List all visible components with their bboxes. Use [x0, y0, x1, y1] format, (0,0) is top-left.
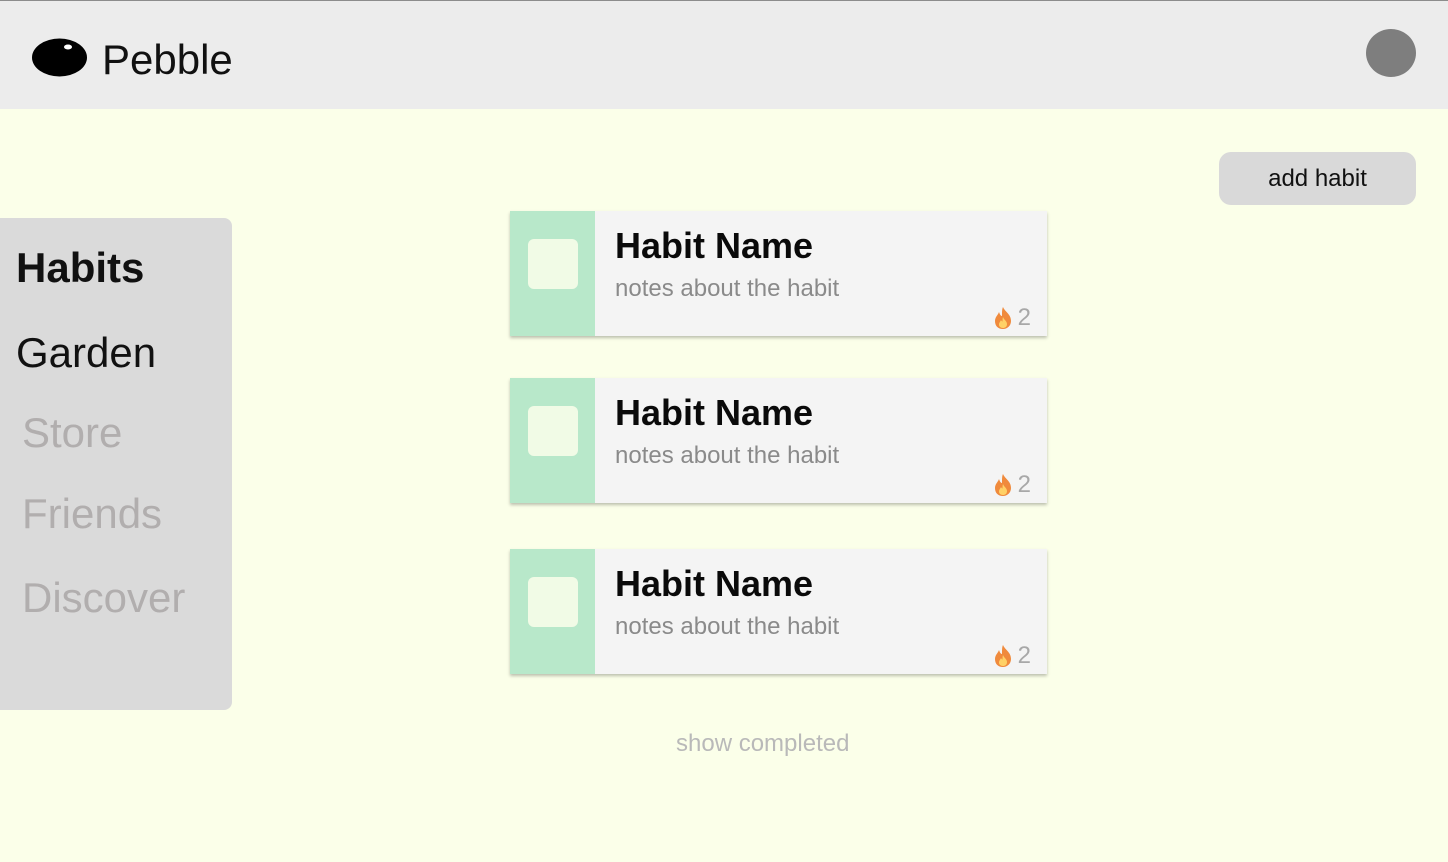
- habit-streak: 2: [992, 642, 1031, 670]
- habit-card-accent: [510, 211, 595, 336]
- habit-name: Habit Name: [615, 225, 814, 266]
- habit-notes: notes about the habit: [615, 613, 840, 640]
- app-name[interactable]: Pebble: [102, 37, 233, 83]
- streak-count: 2: [1017, 642, 1031, 669]
- pebble-logo-icon[interactable]: [32, 38, 87, 77]
- streak-count: 2: [1017, 471, 1031, 498]
- sidebar-item-garden[interactable]: Garden: [16, 329, 156, 377]
- fire-icon: [994, 474, 1011, 496]
- add-habit-button[interactable]: add habit: [1219, 152, 1416, 205]
- sidebar-item-habits[interactable]: Habits: [16, 244, 144, 292]
- habit-card-accent: [510, 378, 595, 503]
- show-completed-link[interactable]: show completed: [676, 730, 849, 758]
- habit-name: Habit Name: [615, 392, 814, 433]
- sidebar-item-store[interactable]: Store: [22, 409, 122, 457]
- habit-streak: 2: [992, 304, 1031, 332]
- app-header: Pebble: [0, 0, 1448, 109]
- user-avatar-icon[interactable]: [1366, 29, 1416, 77]
- habit-name: Habit Name: [615, 563, 814, 604]
- fire-icon: [994, 645, 1011, 667]
- habit-checkbox[interactable]: [528, 577, 578, 627]
- habit-card[interactable]: Habit Name notes about the habit 2: [510, 211, 1047, 336]
- habit-notes: notes about the habit: [615, 442, 840, 469]
- sidebar: Habits Garden Store Friends Discover: [0, 218, 232, 710]
- habit-notes: notes about the habit: [615, 275, 840, 302]
- habit-card[interactable]: Habit Name notes about the habit 2: [510, 549, 1047, 674]
- habit-checkbox[interactable]: [528, 406, 578, 456]
- sidebar-item-friends[interactable]: Friends: [22, 490, 162, 538]
- habit-card[interactable]: Habit Name notes about the habit 2: [510, 378, 1047, 503]
- fire-icon: [994, 307, 1011, 329]
- habit-checkbox[interactable]: [528, 239, 578, 289]
- sidebar-item-discover[interactable]: Discover: [22, 574, 185, 622]
- streak-count: 2: [1017, 304, 1031, 331]
- habit-card-accent: [510, 549, 595, 674]
- habit-streak: 2: [992, 471, 1031, 499]
